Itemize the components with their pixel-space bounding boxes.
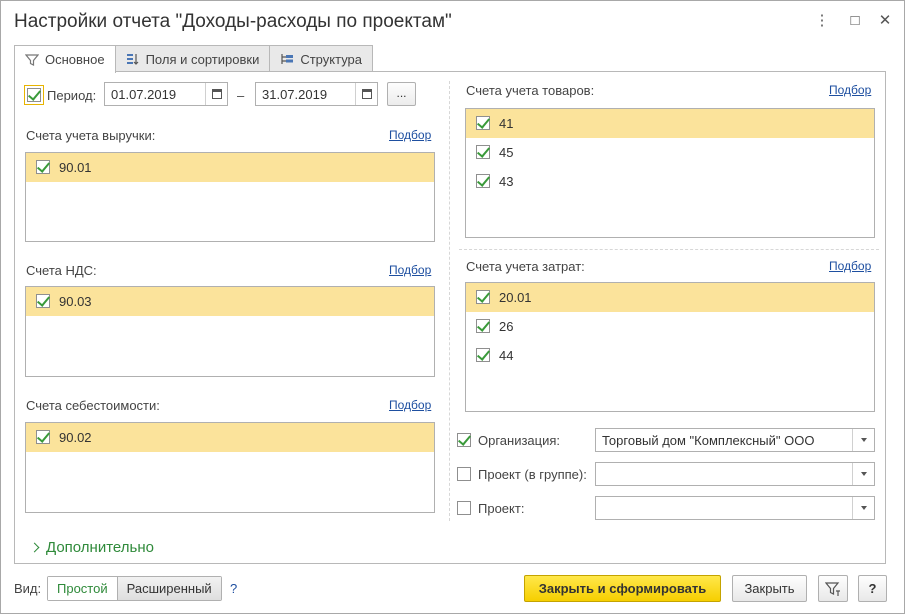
project-label: Проект: <box>478 501 525 516</box>
chevron-down-icon[interactable] <box>852 463 874 485</box>
project-checkbox[interactable] <box>457 501 471 515</box>
maximize-icon[interactable]: □ <box>845 11 865 31</box>
vat-pick-link[interactable]: Подбор <box>389 263 431 277</box>
more-actions-icon[interactable]: ⋮ <box>812 11 832 31</box>
project-group-label: Проект (в группе): <box>478 467 587 482</box>
list-item-checkbox[interactable] <box>476 348 490 362</box>
column-divider <box>449 81 450 521</box>
chevron-down-icon[interactable] <box>852 429 874 451</box>
list-item-value: 43 <box>499 174 514 189</box>
help-button[interactable]: ? <box>858 575 887 602</box>
list-item-checkbox[interactable] <box>476 145 490 159</box>
list-item[interactable]: 41 <box>466 109 874 138</box>
period-select-button[interactable]: ... <box>387 82 416 106</box>
list-item[interactable]: 43 <box>466 167 874 196</box>
tab-main-label: Основное <box>45 52 105 67</box>
period-to-field[interactable]: 31.07.2019 <box>255 82 378 106</box>
period-to-value: 31.07.2019 <box>262 87 328 102</box>
list-item-value: 41 <box>499 116 514 131</box>
organization-checkbox[interactable] <box>457 433 471 447</box>
tab-bar: Основное Поля и сортировки Структура <box>14 45 374 73</box>
expense-accounts-list: 20.01 26 44 <box>465 282 875 412</box>
revenue-pick-link[interactable]: Подбор <box>389 128 431 142</box>
list-item-value: 44 <box>499 348 514 363</box>
vat-accounts-list: 90.03 <box>25 286 435 377</box>
list-item-value: 90.03 <box>59 294 92 309</box>
list-item-checkbox[interactable] <box>476 319 490 333</box>
filter-icon <box>24 53 40 67</box>
project-field[interactable] <box>595 496 875 520</box>
list-item-value: 26 <box>499 319 514 334</box>
list-item-value: 90.02 <box>59 430 92 445</box>
calendar-icon[interactable] <box>355 83 377 105</box>
chevron-down-icon[interactable] <box>852 497 874 519</box>
close-button[interactable]: Закрыть <box>732 575 807 602</box>
list-item[interactable]: 26 <box>466 312 874 341</box>
window-title: Настройки отчета "Доходы-расходы по прое… <box>14 11 452 32</box>
advanced-toggle[interactable]: Дополнительно <box>29 539 154 556</box>
period-from-field[interactable]: 01.07.2019 <box>104 82 228 106</box>
goods-accounts-label: Счета учета товаров: <box>466 83 595 98</box>
period-checkbox[interactable] <box>24 85 44 105</box>
list-item-value: 90.01 <box>59 160 92 175</box>
period-dash: – <box>237 88 245 103</box>
goods-pick-link[interactable]: Подбор <box>829 83 871 97</box>
close-and-run-button[interactable]: Закрыть и сформировать <box>524 575 721 602</box>
revenue-accounts-list: 90.01 <box>25 152 435 242</box>
view-label: Вид: <box>14 581 42 596</box>
list-item-checkbox[interactable] <box>36 294 50 308</box>
list-item-checkbox[interactable] <box>36 160 50 174</box>
structure-icon <box>280 52 294 66</box>
cost-accounts-label: Счета себестоимости: <box>26 398 160 413</box>
organization-field[interactable]: Торговый дом "Комплексный" ООО <box>595 428 875 452</box>
list-item-checkbox[interactable] <box>476 174 490 188</box>
list-item[interactable]: 44 <box>466 341 874 370</box>
list-item[interactable]: 45 <box>466 138 874 167</box>
close-icon[interactable]: ✕ <box>875 11 895 31</box>
list-item[interactable]: 90.01 <box>26 153 434 182</box>
vat-accounts-label: Счета НДС: <box>26 263 97 278</box>
cost-accounts-list: 90.02 <box>25 422 435 513</box>
list-item[interactable]: 90.03 <box>26 287 434 316</box>
tab-structure-label: Структура <box>300 51 363 67</box>
view-mode-switch: Простой Расширенный <box>47 576 222 601</box>
tab-main[interactable]: Основное <box>14 45 116 73</box>
expense-pick-link[interactable]: Подбор <box>829 259 871 273</box>
project-group-field[interactable] <box>595 462 875 486</box>
project-group-checkbox[interactable] <box>457 467 471 481</box>
view-help-link[interactable]: ? <box>230 581 237 596</box>
period-from-value: 01.07.2019 <box>111 87 177 102</box>
tab-fields-label: Поля и сортировки <box>145 51 260 67</box>
list-item[interactable]: 90.02 <box>26 423 434 452</box>
period-label: Период: <box>47 88 97 103</box>
view-extended-button[interactable]: Расширенный <box>117 577 221 600</box>
chevron-right-icon <box>29 542 40 553</box>
goods-accounts-list: 41 45 43 <box>465 108 875 238</box>
list-item-value: 45 <box>499 145 514 160</box>
view-simple-button[interactable]: Простой <box>48 577 118 600</box>
calendar-icon[interactable] <box>205 83 227 105</box>
expense-accounts-label: Счета учета затрат: <box>466 259 585 274</box>
filter-icon <box>824 582 841 600</box>
tab-fields-sorting[interactable]: Поля и сортировки <box>114 45 271 72</box>
revenue-accounts-label: Счета учета выручки: <box>26 128 156 143</box>
tab-structure[interactable]: Структура <box>269 45 374 72</box>
list-item-checkbox[interactable] <box>476 116 490 130</box>
advanced-label: Дополнительно <box>46 539 154 556</box>
settings-window: Настройки отчета "Доходы-расходы по прое… <box>0 0 905 614</box>
list-item-checkbox[interactable] <box>476 290 490 304</box>
cost-pick-link[interactable]: Подбор <box>389 398 431 412</box>
organization-value: Торговый дом "Комплексный" ООО <box>602 433 815 448</box>
fields-icon <box>126 52 140 66</box>
list-item-value: 20.01 <box>499 290 532 305</box>
list-item[interactable]: 20.01 <box>466 283 874 312</box>
filter-settings-button[interactable] <box>818 575 848 602</box>
organization-label: Организация: <box>478 433 561 448</box>
list-item-checkbox[interactable] <box>36 430 50 444</box>
section-divider <box>459 249 879 250</box>
